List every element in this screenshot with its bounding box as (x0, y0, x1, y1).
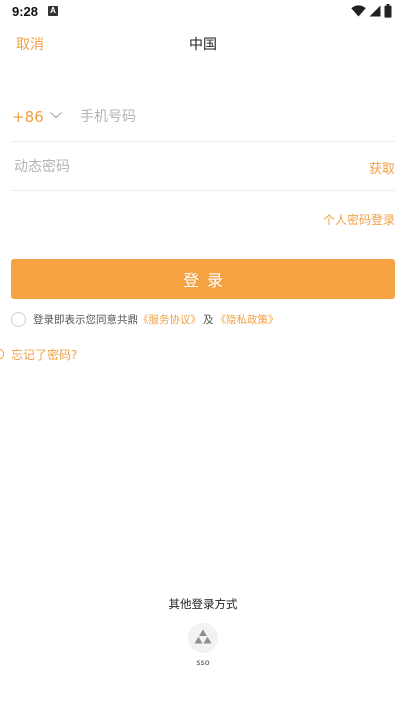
country-code-selector[interactable]: +86 (12, 108, 44, 126)
other-login-title: 其他登录方式 (168, 597, 238, 611)
agreement-row: 登录即表示您同意共鼎 《服务协议》 及 《隐私政策》 (11, 310, 395, 328)
service-agreement-link[interactable]: 《服务协议》 (138, 312, 201, 327)
dynamic-code-input[interactable] (14, 154, 314, 180)
sso-triangle-icon (194, 629, 212, 644)
agreement-text: 登录即表示您同意共鼎 (33, 313, 138, 326)
login-screen: 9:28 A 取消 中国 +86 获取 个人密码登录 (0, 0, 406, 721)
edge-indicator (0, 349, 4, 359)
signal-icon (369, 5, 381, 17)
phone-input[interactable] (80, 104, 380, 130)
status-icons (351, 4, 392, 18)
battery-icon (384, 4, 392, 18)
status-bar: 9:28 A (0, 0, 406, 24)
wifi-icon (351, 5, 366, 17)
password-login-link[interactable]: 个人密码登录 (323, 211, 395, 228)
privacy-policy-link[interactable]: 《隐私政策》 (216, 312, 279, 327)
page-title: 中国 (189, 37, 217, 53)
header: 取消 中国 (0, 28, 406, 58)
get-code-button[interactable]: 获取 (369, 158, 395, 177)
notification-icon: A (48, 6, 58, 16)
status-time: 9:28 (12, 4, 39, 19)
login-button[interactable]: 登录 (11, 259, 395, 299)
agree-checkbox[interactable] (11, 311, 26, 327)
forgot-password-link[interactable]: 忘记了密码? (11, 346, 77, 363)
phone-row: +86 (11, 98, 395, 142)
code-row: 获取 (11, 148, 395, 191)
sso-label: sso (196, 658, 210, 667)
agreement-and: 及 (203, 313, 214, 326)
chevron-down-icon[interactable] (49, 110, 63, 120)
sso-login-button[interactable] (188, 623, 218, 653)
